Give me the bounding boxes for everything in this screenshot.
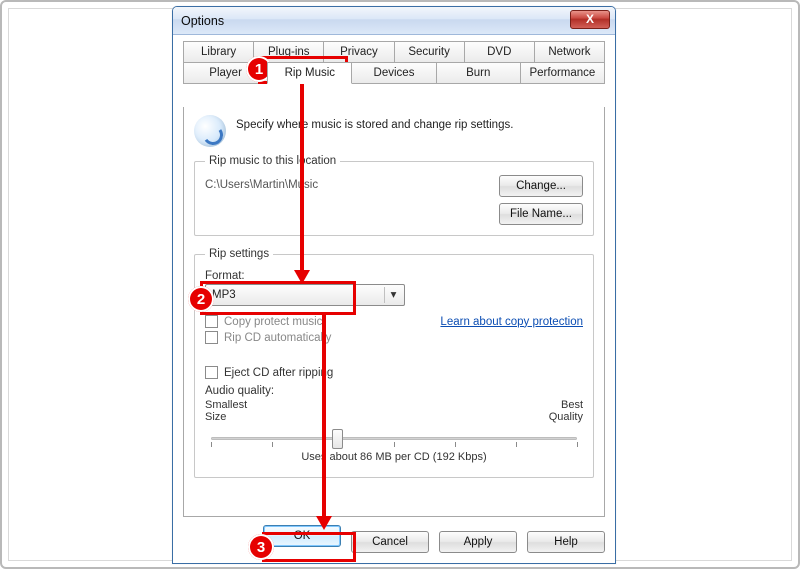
tab-network[interactable]: Network bbox=[534, 41, 605, 63]
close-icon: X bbox=[586, 12, 594, 26]
group-rip-settings-legend: Rip settings bbox=[205, 248, 273, 260]
tab-security[interactable]: Security bbox=[394, 41, 465, 63]
change-button[interactable]: Change... bbox=[499, 175, 583, 197]
help-button[interactable]: Help bbox=[527, 531, 605, 553]
slider-thumb-icon bbox=[332, 429, 343, 449]
audio-quality-slider[interactable] bbox=[211, 427, 577, 449]
checkbox-icon bbox=[205, 315, 218, 328]
audio-quality-usage: Uses about 86 MB per CD (192 Kbps) bbox=[205, 451, 583, 463]
format-value: MP3 bbox=[212, 289, 236, 301]
group-rip-location: Rip music to this location C:\Users\Mart… bbox=[194, 155, 594, 236]
rip-location-path: C:\Users\Martin\Music bbox=[205, 175, 318, 191]
format-label: Format: bbox=[205, 270, 583, 282]
tab-rip-music[interactable]: Rip Music bbox=[267, 62, 352, 84]
tab-player[interactable]: Player bbox=[183, 62, 268, 84]
dialog-button-row: OK Cancel Apply Help bbox=[183, 525, 605, 553]
tab-panel-rip-music: Specify where music is stored and change… bbox=[183, 107, 605, 517]
group-rip-settings: Rip settings Format: MP3 ▾ Copy protect … bbox=[194, 248, 594, 478]
titlebar[interactable]: Options X bbox=[173, 7, 615, 35]
ok-button[interactable]: OK bbox=[263, 525, 341, 547]
group-rip-location-legend: Rip music to this location bbox=[205, 155, 340, 167]
chevron-down-icon: ▾ bbox=[384, 287, 402, 303]
learn-copy-protection-link[interactable]: Learn about copy protection bbox=[440, 316, 583, 328]
apply-button[interactable]: Apply bbox=[439, 531, 517, 553]
audio-quality-label: Audio quality: bbox=[205, 385, 583, 397]
window-title: Options bbox=[181, 14, 224, 28]
tab-strip: Library Plug-ins Privacy Security DVD Ne… bbox=[183, 41, 605, 85]
eject-cd-checkbox[interactable]: Eject CD after ripping bbox=[205, 366, 583, 379]
close-button[interactable]: X bbox=[570, 10, 610, 29]
intro-text: Specify where music is stored and change… bbox=[236, 115, 513, 131]
copy-protect-checkbox[interactable]: Copy protect music bbox=[205, 315, 322, 328]
tab-performance[interactable]: Performance bbox=[520, 62, 605, 84]
eject-cd-label: Eject CD after ripping bbox=[224, 367, 333, 379]
tab-dvd[interactable]: DVD bbox=[464, 41, 535, 63]
tab-devices[interactable]: Devices bbox=[351, 62, 436, 84]
tab-privacy[interactable]: Privacy bbox=[323, 41, 394, 63]
rip-cd-icon bbox=[194, 115, 226, 147]
quality-right-label: Best Quality bbox=[549, 399, 583, 423]
tab-library[interactable]: Library bbox=[183, 41, 254, 63]
checkbox-icon bbox=[205, 331, 218, 344]
quality-left-label: Smallest Size bbox=[205, 399, 247, 423]
tab-burn[interactable]: Burn bbox=[436, 62, 521, 84]
copy-protect-label: Copy protect music bbox=[224, 316, 322, 328]
cancel-button[interactable]: Cancel bbox=[351, 531, 429, 553]
dialog-body: Library Plug-ins Privacy Security DVD Ne… bbox=[173, 35, 615, 563]
rip-automatically-label: Rip CD automatically bbox=[224, 332, 331, 344]
options-dialog: Options X Library Plug-ins Privacy Secur… bbox=[172, 6, 616, 564]
format-select[interactable]: MP3 ▾ bbox=[205, 284, 405, 306]
checkbox-icon bbox=[205, 366, 218, 379]
rip-automatically-checkbox[interactable]: Rip CD automatically bbox=[205, 331, 583, 344]
tab-plugins[interactable]: Plug-ins bbox=[253, 41, 324, 63]
file-name-button[interactable]: File Name... bbox=[499, 203, 583, 225]
